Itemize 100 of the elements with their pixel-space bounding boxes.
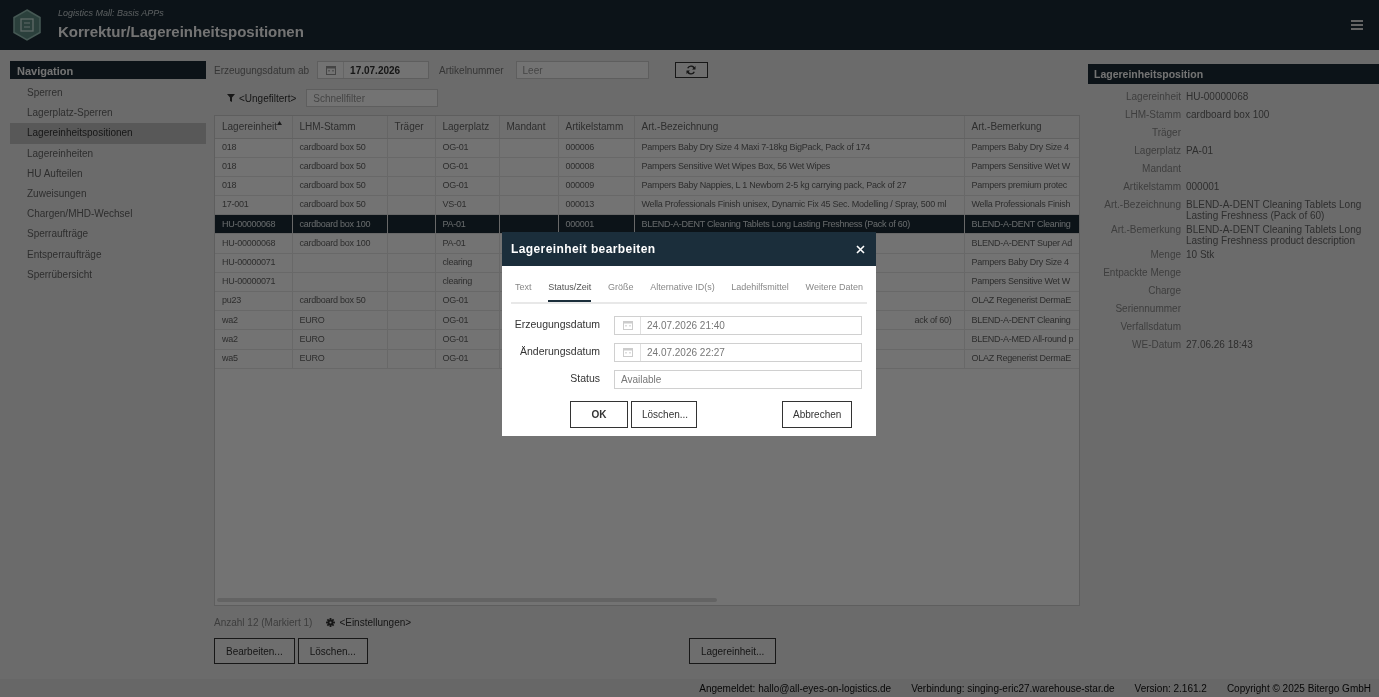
table-cell: HU-00000071 [222, 276, 276, 287]
table-cell: 018 [222, 141, 237, 152]
settings-link[interactable]: <Einstellungen> [326, 614, 412, 630]
nav-item[interactable]: Lagereinheiten [10, 143, 206, 164]
calendar-icon [622, 320, 633, 330]
date-field[interactable]: 24.07.2026 21:40 [614, 315, 862, 335]
detail-value: 27.06.26 18:43 [1186, 339, 1254, 352]
table-cell: OG-01 [442, 333, 469, 344]
refresh-button[interactable] [674, 62, 708, 78]
table-cell: Pampers Baby Dry Size 4 [971, 256, 1069, 267]
nav-item[interactable]: Chargen/MHD-Wechsel [10, 204, 206, 225]
table-cell: OLAZ Regenerist DermaE [971, 352, 1072, 363]
table-cell: Pampers Baby Dry Size 4 Maxi 7-18kg BigPack, Pack of 174 [641, 141, 871, 152]
detail-value: PA-01 [1186, 145, 1215, 158]
table-cell: EURO [299, 352, 325, 363]
table-cell: 018 [222, 161, 237, 172]
table-cell: 000001 [565, 218, 595, 229]
column-header[interactable]: Artikelstamm [558, 116, 634, 138]
status-text: Copyright © 2025 Bitergo GmbH [1226, 681, 1371, 696]
detail-value: 000001 [1186, 181, 1221, 194]
column-header[interactable]: Lagerplatz [435, 116, 499, 138]
table-cell: clearing [442, 256, 473, 267]
status-text: Verbindung: singing-eric27.warehouse-star.de [911, 681, 1115, 696]
settings-icon [326, 617, 336, 627]
table-cell: 000009 [565, 180, 595, 191]
table-cell: cardboard box 50 [299, 199, 366, 210]
dialog-tab[interactable]: Text [515, 281, 532, 302]
calendar-icon [622, 347, 633, 357]
table-cell: cardboard box 50 [299, 141, 366, 152]
nav-item[interactable]: Entsperraufträge [10, 244, 206, 265]
app-subtitle: Logistics Mall: Basis APPs [58, 7, 165, 20]
nav-item[interactable]: Sperren [10, 83, 206, 104]
table-cell: EURO [299, 333, 325, 344]
dialog-tab[interactable]: Größe [607, 281, 634, 302]
column-header[interactable]: LHM-Stamm [292, 116, 387, 138]
action-button[interactable]: Bearbeiten... [214, 638, 295, 664]
column-header[interactable]: Art.-Bezeichnung [634, 116, 964, 138]
table-cell: 018 [222, 180, 237, 191]
field-label: Erzeugungsdatum [513, 317, 600, 333]
dialog-tab[interactable]: Ladehilfsmittel [731, 281, 789, 302]
detail-value: HU-00000068 [1186, 91, 1250, 104]
detail-value: cardboard box 100 [1186, 109, 1271, 122]
table-cell: 000008 [565, 161, 595, 172]
dialog-tab[interactable]: Weitere Daten [805, 281, 863, 302]
field-label: Änderungsdatum [519, 344, 600, 360]
action-button[interactable]: Löschen... [297, 638, 368, 664]
page-title: Korrektur/Lagereinheitspositionen [58, 21, 304, 42]
table-cell: pu23 [222, 295, 242, 306]
table-cell: Wella Professionals Finish [971, 199, 1071, 210]
table-cell: wa2 [222, 333, 238, 344]
date-input[interactable]: 24.07.2026 22:27 [641, 343, 861, 361]
table-cell: HU-00000071 [222, 256, 276, 267]
status-text: Angemeldet: hallo@all-eyes-on-logistics.de [699, 681, 892, 696]
table-cell: OG-01 [442, 314, 469, 325]
ok-button[interactable]: OK [570, 400, 628, 428]
table-cell: BLEND-A-DENT Cleaning [971, 314, 1071, 325]
table-cell: OLAZ Regenerist DermaE [971, 295, 1072, 306]
filter-icon [227, 94, 235, 102]
column-header[interactable]: Mandant [499, 116, 558, 138]
table-cell: OG-01 [442, 295, 469, 306]
nav-item[interactable]: HU Aufteilen [10, 163, 206, 184]
table-cell: ack of 60) [914, 314, 952, 325]
text-field[interactable]: Available [615, 370, 861, 388]
table-cell: PA-01 [442, 237, 466, 248]
dialog-tab[interactable]: Alternative ID(s) [650, 281, 715, 302]
table-cell: BLEND-A-DENT Cleaning Tablets Long Lasting Freshness (Pack of 60) [641, 218, 911, 229]
column-header[interactable]: Träger [387, 116, 435, 138]
unit-button[interactable]: Lagereinheit... [688, 638, 777, 664]
table-cell: 17-001 [222, 199, 249, 210]
dialog-tab[interactable]: Status/Zeit [548, 281, 592, 302]
close-button[interactable] [854, 242, 867, 256]
menu-icon[interactable] [1351, 20, 1363, 30]
status-text: Version: 2.161.2 [1134, 681, 1207, 696]
date-input[interactable]: 17.07.2026 [344, 62, 429, 78]
table-cell: OG-01 [442, 352, 469, 363]
table-cell: cardboard box 50 [299, 161, 366, 172]
table-cell: cardboard box 50 [299, 180, 366, 191]
nav-item[interactable]: Sperrübersicht [10, 264, 206, 285]
table-cell: PA-01 [442, 218, 466, 229]
table-cell: wa2 [222, 314, 238, 325]
nav-item[interactable]: Sperraufträge [10, 224, 206, 245]
date-field[interactable]: 24.07.2026 22:27 [614, 342, 862, 362]
nav-item[interactable]: Lagerplatz-Sperren [10, 103, 206, 124]
date-field[interactable]: 17.07.2026 [317, 61, 430, 79]
date-input[interactable]: 24.07.2026 21:40 [641, 316, 861, 334]
column-header[interactable]: Lagereinheit [215, 116, 292, 138]
nav-item[interactable]: Lagereinheitspositionen [10, 123, 206, 144]
logo-icon [12, 9, 42, 41]
table-cell: OG-01 [442, 141, 469, 152]
filter-link[interactable]: <Ungefiltert> [227, 90, 297, 106]
cancel-button[interactable]: Abbrechen [782, 400, 852, 428]
table-cell: cardboard box 100 [299, 237, 371, 248]
detail-value: BLEND-A-DENT Cleaning Tablets Long Lasting Freshness product description [1186, 224, 1363, 246]
column-header[interactable]: Art.-Bemerkung [964, 116, 1079, 138]
table-cell: cardboard box 50 [299, 295, 366, 306]
field-label: Status [569, 371, 600, 387]
table-cell: HU-00000068 [222, 218, 276, 229]
table-cell: cardboard box 100 [299, 218, 371, 229]
delete-button[interactable]: Löschen... [631, 400, 697, 428]
nav-item[interactable]: Zuweisungen [10, 183, 206, 205]
